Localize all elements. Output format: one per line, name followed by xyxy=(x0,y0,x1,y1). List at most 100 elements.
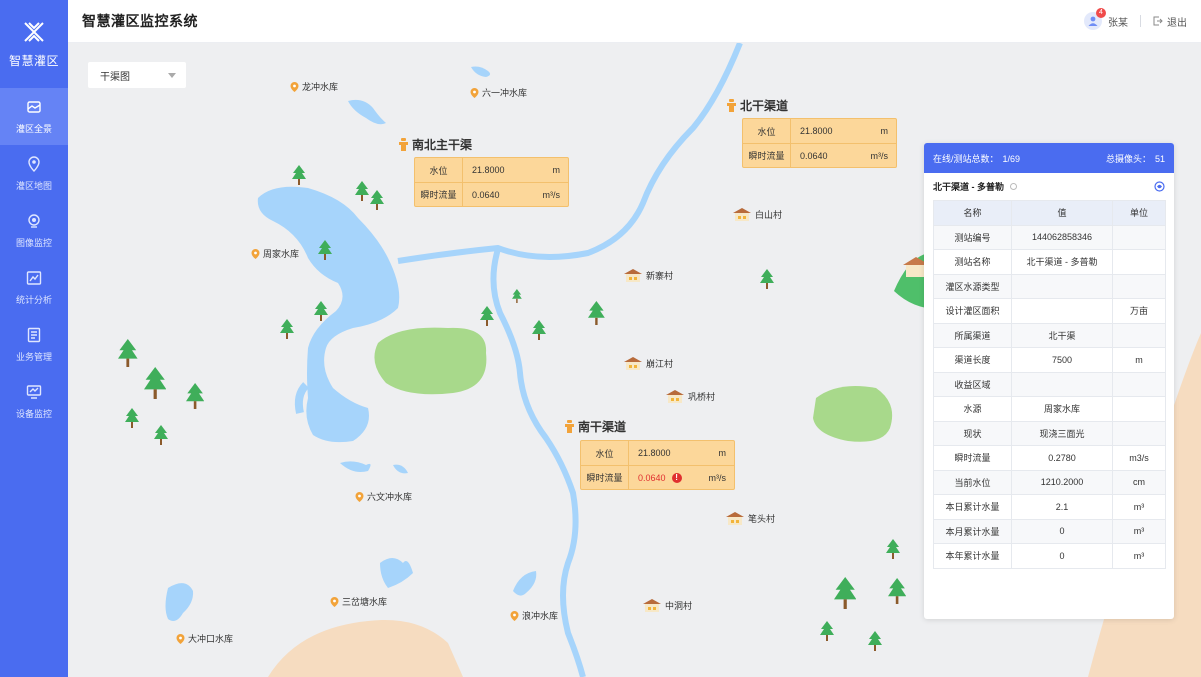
village-label[interactable]: 白山村 xyxy=(732,207,782,221)
map-pin-icon xyxy=(28,156,40,172)
logout-label: 退出 xyxy=(1167,17,1187,29)
table-row: 当前水位 1210.2000 cm xyxy=(933,469,1166,495)
logo-text: 智慧灌区 xyxy=(8,53,59,68)
reservoir-label[interactable]: 周家水库 xyxy=(251,247,299,260)
house-icon xyxy=(733,208,751,221)
village-label[interactable]: 新寨村 xyxy=(623,268,673,282)
table-cell: 144062858346 xyxy=(1011,224,1113,250)
avatar[interactable]: 4 xyxy=(1084,8,1106,30)
monitor-icon xyxy=(26,385,42,399)
station-title-north[interactable]: 北干渠道 xyxy=(727,97,788,114)
table-cell: 收益区域 xyxy=(933,371,1012,397)
station-box-main[interactable]: 水位 21.8000 m 瞬时流量 0.0640 m³/s xyxy=(414,157,569,207)
table-cell: 0 xyxy=(1011,543,1113,569)
table-cell: 渠道长度 xyxy=(933,347,1012,373)
camera-icon xyxy=(28,214,40,228)
station-box-north[interactable]: 水位 21.8000 m 瞬时流量 0.0640 m³/s xyxy=(742,118,897,168)
hydrant-icon xyxy=(565,420,574,433)
tree-icon xyxy=(280,319,294,339)
station-info-table: 名称值单位 测站编号 144062858346 测站名称 北干渠道 - 多普勒 灌区水源… xyxy=(933,200,1166,569)
village-label[interactable]: 笔头村 xyxy=(725,511,775,525)
table-row: 本月累计水量 0 m³ xyxy=(933,518,1166,544)
divider xyxy=(1140,15,1141,27)
lake xyxy=(257,186,400,443)
table-cell: m³ xyxy=(1112,518,1166,544)
map-pin-icon xyxy=(510,610,519,621)
sidebar-item-0[interactable]: 灌区全景 xyxy=(0,88,68,145)
station-box-south[interactable]: 水位 21.8000 m 瞬时流量 0.0640! m³/s xyxy=(580,440,735,490)
tree-icon xyxy=(186,383,205,409)
table-row: 灌区水源类型 xyxy=(933,273,1166,299)
land-area xyxy=(374,327,487,395)
reservoir-label[interactable]: 六一冲水库 xyxy=(470,86,527,99)
tree-icon xyxy=(125,408,139,428)
reservoir-label[interactable]: 大冲口水库 xyxy=(176,632,233,645)
lake xyxy=(393,464,408,474)
map-layer-select[interactable]: 干渠图 xyxy=(88,62,186,88)
table-cell: 当前水位 xyxy=(933,469,1012,495)
table-cell xyxy=(1011,371,1113,397)
lake xyxy=(340,461,371,472)
tree-icon xyxy=(886,539,900,559)
sidebar-item-5[interactable]: 设备监控 xyxy=(0,373,68,430)
lake xyxy=(380,558,413,588)
sidebar-item-4[interactable]: 业务管理 xyxy=(0,316,68,373)
sidebar-item-3[interactable]: 统计分析 xyxy=(0,259,68,316)
table-row: 渠道长度 7500 m xyxy=(933,347,1166,373)
table-row: 本年累计水量 0 m³ xyxy=(933,543,1166,569)
chevron-down-icon xyxy=(168,72,176,78)
table-cell: 北干渠 xyxy=(1011,322,1113,348)
table-header: 名称 xyxy=(933,200,1012,226)
reservoir-label[interactable]: 龙冲水库 xyxy=(290,80,338,93)
reservoir-label[interactable]: 浪冲水库 xyxy=(510,609,558,622)
logout-button[interactable]: 退出 xyxy=(1153,14,1187,29)
warning-icon: ! xyxy=(671,472,682,483)
table-cell: 0 xyxy=(1011,518,1113,544)
sand-area xyxy=(268,619,463,677)
chart-icon xyxy=(26,271,42,285)
lake xyxy=(348,99,386,125)
table-cell: 万亩 xyxy=(1112,298,1166,324)
table-cell xyxy=(1112,371,1166,397)
tree-icon xyxy=(355,181,369,201)
table-cell: 所属渠道 xyxy=(933,322,1012,348)
table-row: 测站编号 144062858346 xyxy=(933,224,1166,250)
sidebar-item-2[interactable]: 图像监控 xyxy=(0,202,68,259)
table-cell: 本日累计水量 xyxy=(933,494,1012,520)
sidebar-item-label: 统计分析 xyxy=(15,295,52,305)
tree-icon xyxy=(512,289,522,303)
table-header: 值 xyxy=(1011,200,1113,226)
link-icon[interactable] xyxy=(1010,182,1017,190)
table-row: 收益区域 xyxy=(933,371,1166,397)
tree-icon xyxy=(588,301,605,325)
table-cell xyxy=(1011,273,1113,299)
hydrant-icon xyxy=(727,99,736,112)
tree-icon xyxy=(292,165,306,185)
sidebar-item-label: 设备监控 xyxy=(15,409,52,419)
reservoir-label[interactable]: 六文冲水库 xyxy=(355,490,412,503)
table-cell: m³ xyxy=(1112,543,1166,569)
station-title-main[interactable]: 南北主干渠 xyxy=(399,136,472,153)
village-label[interactable]: 中洞村 xyxy=(642,598,692,612)
reservoir-label[interactable]: 三岔塘水库 xyxy=(330,595,387,608)
house-icon xyxy=(624,357,642,370)
sidebar: 智慧灌区 灌区全景 灌区地图 图像监控统计分析业务管理设备监控 xyxy=(0,0,68,677)
table-cell: 北干渠道 - 多普勒 xyxy=(1011,249,1113,275)
doppler-icon[interactable] xyxy=(1154,180,1165,192)
lake xyxy=(471,66,491,77)
table-cell: cm xyxy=(1112,469,1166,495)
sidebar-item-1[interactable]: 灌区地图 xyxy=(0,145,68,202)
map-pin-icon xyxy=(251,248,260,259)
camera-count: 51 xyxy=(1154,153,1165,164)
table-cell xyxy=(1011,298,1113,324)
user-name[interactable]: 张某 xyxy=(1108,14,1128,29)
tree-icon xyxy=(868,631,882,651)
tree-icon xyxy=(760,269,774,289)
village-label[interactable]: 巩桥村 xyxy=(665,389,715,403)
tree-icon xyxy=(834,577,857,609)
table-cell: m³ xyxy=(1112,494,1166,520)
village-label[interactable]: 崩江村 xyxy=(623,356,673,370)
logo: 智慧灌区 xyxy=(0,0,68,88)
station-title-south[interactable]: 南干渠道 xyxy=(565,418,626,435)
map-canvas[interactable]: 干渠图 龙冲水库 六一冲水库 周家水库 六文冲水库 三岔塘水库 大冲口水库 浪冲… xyxy=(68,43,1201,677)
